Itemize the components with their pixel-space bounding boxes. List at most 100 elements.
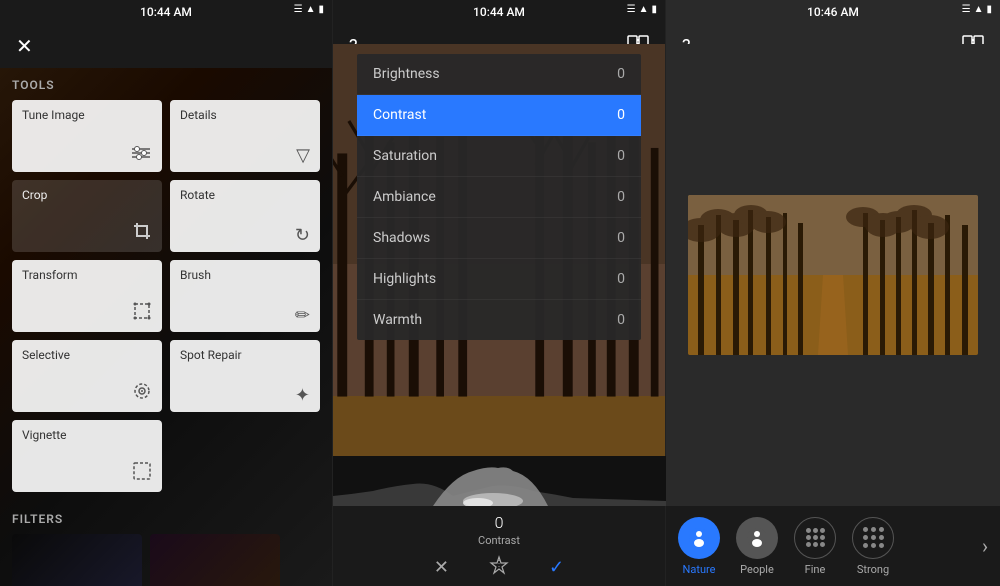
adj-saturation[interactable]: Saturation 0 xyxy=(357,136,641,177)
adj-shadows-value: 0 xyxy=(617,230,625,246)
adjustment-menu: Brightness 0 Contrast 0 Saturation 0 Amb… xyxy=(345,54,653,340)
grid-dot xyxy=(871,535,876,540)
grid-dot xyxy=(813,528,818,533)
adj-highlights-label: Highlights xyxy=(373,271,436,287)
filters-bar: Nature People xyxy=(666,506,1000,586)
grid-dot xyxy=(863,535,868,540)
battery-icon-2: ▮ xyxy=(651,4,657,15)
adj-highlights[interactable]: Highlights 0 xyxy=(357,259,641,300)
grid-dot xyxy=(863,543,868,548)
filter-glamour-glow[interactable]: Glamour Glow 👁 xyxy=(150,534,280,586)
status-time-2: 10:44 AM xyxy=(473,5,525,19)
adj-highlights-value: 0 xyxy=(617,271,625,287)
tool-rotate[interactable]: Rotate ↻ xyxy=(170,180,320,252)
grid-dot xyxy=(879,527,884,532)
strong-grid xyxy=(863,527,884,548)
tool-brush[interactable]: Brush ✏ xyxy=(170,260,320,332)
adj-ambiance-label: Ambiance xyxy=(373,189,436,205)
tool-rotate-label: Rotate xyxy=(180,188,310,202)
grid-dot xyxy=(806,542,811,547)
vignette-icon xyxy=(132,461,152,486)
filter-strong-icon xyxy=(852,517,894,559)
panel1-header: ✕ xyxy=(0,24,332,68)
signal-icon-3: ☰ xyxy=(962,4,971,15)
status-bar-3: 10:46 AM ☰ ▲ ▮ xyxy=(666,0,1000,24)
filter-fine-label: Fine xyxy=(805,563,826,576)
signal-icon-2: ☰ xyxy=(627,4,636,15)
crop-icon xyxy=(132,221,152,246)
signal-icon: ☰ xyxy=(294,4,303,15)
adj-brightness[interactable]: Brightness 0 xyxy=(357,54,641,95)
tune-value: 0 xyxy=(495,513,504,532)
filter-nature[interactable]: Nature xyxy=(678,517,720,576)
wifi-icon: ▲ xyxy=(306,4,316,15)
tool-brush-label: Brush xyxy=(180,268,310,282)
tool-spot-repair-label: Spot Repair xyxy=(180,348,310,362)
grid-dot xyxy=(820,528,825,533)
status-icons-2: ☰ ▲ ▮ xyxy=(627,4,657,15)
tool-vignette[interactable]: Vignette xyxy=(12,420,162,492)
tool-selective[interactable]: Selective xyxy=(12,340,162,412)
tune-label: Contrast xyxy=(478,534,520,547)
adj-warmth-value: 0 xyxy=(617,312,625,328)
filter-nature-label: Nature xyxy=(683,563,716,576)
details-icon: ▽ xyxy=(296,145,310,166)
tool-crop-label: Crop xyxy=(22,188,152,202)
adj-warmth-label: Warmth xyxy=(373,312,422,328)
filters-preview-photo xyxy=(688,195,978,355)
transform-icon xyxy=(132,301,152,326)
tool-crop[interactable]: Crop xyxy=(12,180,162,252)
battery-icon-3: ▮ xyxy=(986,4,992,15)
filter-strong[interactable]: Strong xyxy=(852,517,894,576)
filter-fine[interactable]: Fine xyxy=(794,517,836,576)
adj-contrast-label: Contrast xyxy=(373,107,426,123)
grid-dot xyxy=(820,535,825,540)
filter-people-icon xyxy=(736,517,778,559)
status-time-3: 10:46 AM xyxy=(807,5,859,19)
status-bar-1: 10:44 AM ☰ ▲ ▮ xyxy=(0,0,332,24)
status-icons-1: ☰ ▲ ▮ xyxy=(294,4,324,15)
filter-lens-blur[interactable]: Lens Blur ◎ xyxy=(12,534,142,586)
wifi-icon-2: ▲ xyxy=(639,4,649,15)
tools-section-title: TOOLS xyxy=(12,68,320,100)
histogram xyxy=(333,456,665,506)
adj-ambiance[interactable]: Ambiance 0 xyxy=(357,177,641,218)
tool-vignette-label: Vignette xyxy=(22,428,152,442)
adj-brightness-label: Brightness xyxy=(373,66,440,82)
close-button[interactable]: ✕ xyxy=(16,34,33,58)
tool-spot-repair[interactable]: Spot Repair ✦ xyxy=(170,340,320,412)
tune-panel: 10:44 AM ☰ ▲ ▮ ? xyxy=(333,0,666,586)
tool-transform-label: Transform xyxy=(22,268,152,282)
tool-tune-image[interactable]: Tune Image xyxy=(12,100,162,172)
filter-strong-label: Strong xyxy=(857,563,889,576)
adj-warmth[interactable]: Warmth 0 xyxy=(357,300,641,340)
fine-grid xyxy=(806,528,825,547)
grid-dot xyxy=(863,527,868,532)
confirm-tune-button[interactable]: ✓ xyxy=(549,557,564,578)
tools-panel: 10:44 AM ☰ ▲ ▮ ✕ TOOLS Tune Image xyxy=(0,0,333,586)
adj-contrast[interactable]: Contrast 0 xyxy=(357,95,641,136)
grid-dot xyxy=(871,527,876,532)
filter-fine-icon xyxy=(794,517,836,559)
status-bar-2: 10:44 AM ☰ ▲ ▮ xyxy=(333,0,665,24)
filters-panel: 10:46 AM ☰ ▲ ▮ ? xyxy=(666,0,1000,586)
auto-tune-button[interactable] xyxy=(489,555,509,580)
tune-photo-area: Brightness 0 Contrast 0 Saturation 0 Amb… xyxy=(333,44,665,506)
filter-people[interactable]: People xyxy=(736,517,778,576)
tool-details[interactable]: Details ▽ xyxy=(170,100,320,172)
tune-toolbar: 0 Contrast ✕ ✓ xyxy=(333,506,665,586)
rotate-icon: ↻ xyxy=(295,225,310,246)
cancel-tune-button[interactable]: ✕ xyxy=(434,557,449,578)
tool-transform[interactable]: Transform xyxy=(12,260,162,332)
adj-contrast-value: 0 xyxy=(617,107,625,123)
panel1-content: TOOLS Tune Image Details xyxy=(0,68,332,586)
grid-dot xyxy=(813,535,818,540)
filter-people-label: People xyxy=(740,563,774,576)
adj-shadows[interactable]: Shadows 0 xyxy=(357,218,641,259)
tools-grid: Tune Image Details ▽ xyxy=(12,100,320,492)
grid-dot xyxy=(879,535,884,540)
tune-actions: ✕ ✓ xyxy=(434,555,564,580)
more-filters-button[interactable]: › xyxy=(982,534,988,558)
brush-icon: ✏ xyxy=(295,305,310,326)
filters-row: Lens Blur ◎ Glamour Glow 👁 xyxy=(12,534,320,586)
